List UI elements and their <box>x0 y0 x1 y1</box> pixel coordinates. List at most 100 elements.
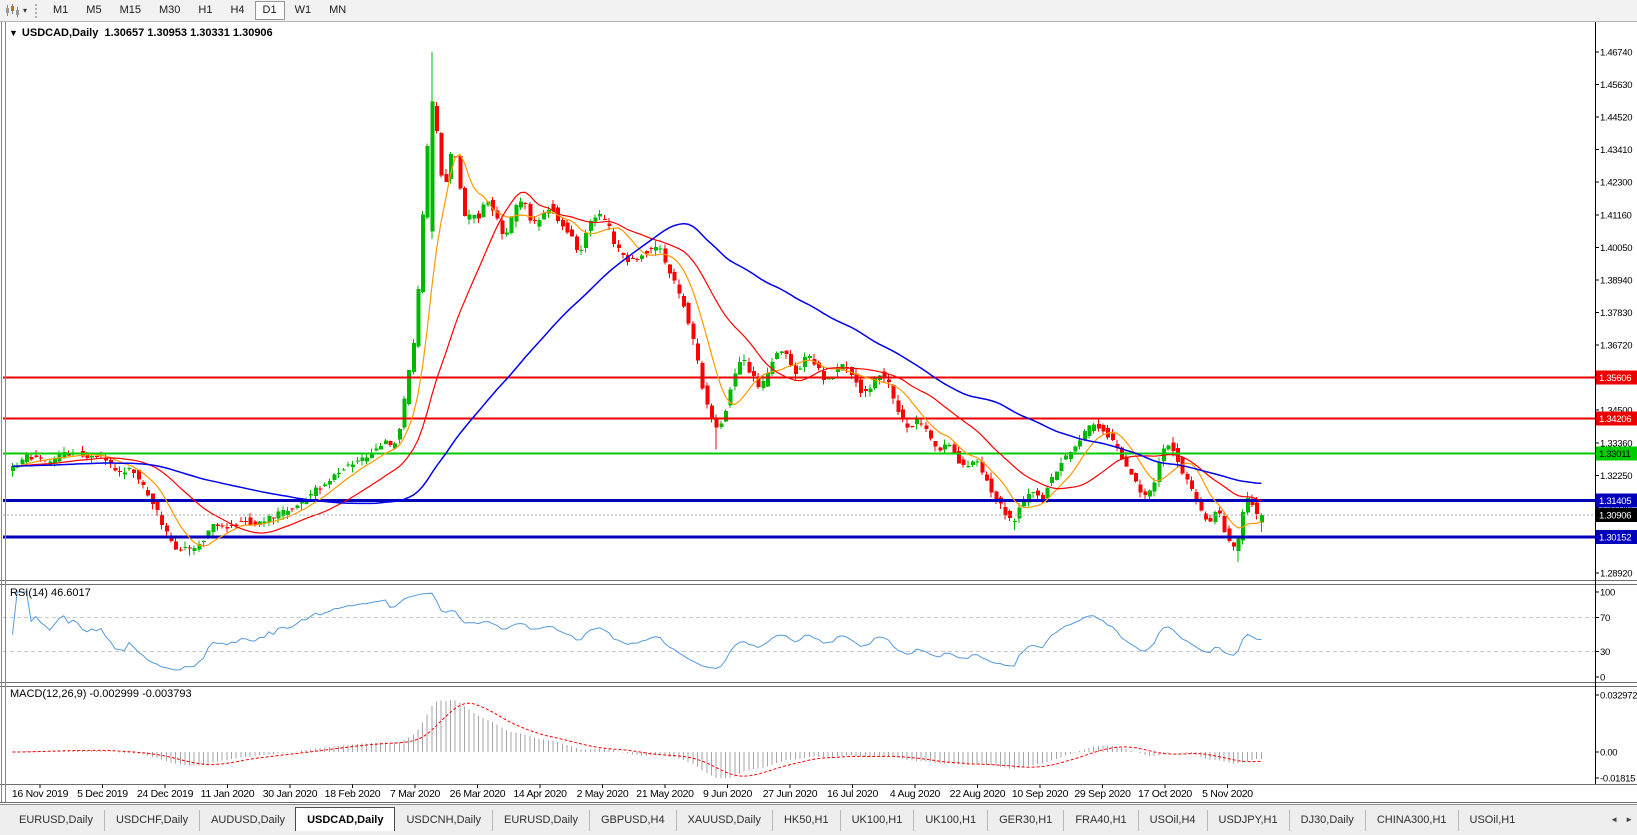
ma-line-ma-mid <box>13 192 1262 533</box>
svg-text:1.31405: 1.31405 <box>1599 496 1631 507</box>
chart-symbol-period: USDCAD,Daily <box>22 27 98 39</box>
tab-hk50-h1[interactable]: HK50,H1 <box>772 810 840 831</box>
top-toolbar: ▾ M1M5M15M30H1H4D1W1MN <box>0 0 1637 22</box>
svg-text:9 Jun 2020: 9 Jun 2020 <box>703 788 752 800</box>
tab-usdchf-daily[interactable]: USDCHF,Daily <box>104 810 199 831</box>
tab-gbpusd-h4[interactable]: GBPUSD,H4 <box>589 810 676 831</box>
svg-text:0: 0 <box>1600 673 1605 684</box>
tab-eurusd-daily[interactable]: EURUSD,Daily <box>8 810 104 831</box>
toolbar-grip[interactable] <box>35 4 37 18</box>
svg-text:29 Sep 2020: 29 Sep 2020 <box>1074 788 1131 800</box>
svg-text:16 Nov 2019: 16 Nov 2019 <box>12 788 69 800</box>
svg-text:24 Dec 2019: 24 Dec 2019 <box>137 788 194 800</box>
chart-canvas[interactable]: 1.46740 1.45630 1.44520 1.43410 1.42300 1.411… <box>0 0 1637 834</box>
svg-text:16 Jul 2020: 16 Jul 2020 <box>827 788 878 800</box>
tab-scroll-right-icon[interactable]: ► <box>1625 815 1633 824</box>
svg-text:17 Oct 2020: 17 Oct 2020 <box>1138 788 1192 800</box>
svg-text:5 Nov 2020: 5 Nov 2020 <box>1202 788 1253 800</box>
svg-text:-0.01815: -0.01815 <box>1600 774 1635 785</box>
svg-text:27 Jun 2020: 27 Jun 2020 <box>763 788 818 800</box>
chart-ohlc-values: 1.30657 1.30953 1.30331 1.30906 <box>104 27 272 39</box>
svg-text:1.46740: 1.46740 <box>1600 48 1632 59</box>
tab-usoil-h1[interactable]: USOil,H1 <box>1458 810 1527 831</box>
timeframe-button-d1[interactable]: D1 <box>255 1 285 20</box>
chart-title: ▼ USDCAD,Daily 1.30657 1.30953 1.30331 1.… <box>9 27 273 39</box>
tab-usdjpy-h1[interactable]: USDJPY,H1 <box>1207 810 1289 831</box>
tab-china300-h1[interactable]: CHINA300,H1 <box>1365 810 1458 831</box>
tab-scroll-left-icon[interactable]: ◄ <box>1610 815 1618 824</box>
svg-text:7 Mar 2020: 7 Mar 2020 <box>390 788 441 800</box>
chart-tabs: EURUSD,DailyUSDCHF,DailyAUDUSD,DailyUSDC… <box>0 805 1637 831</box>
svg-text:1.41160: 1.41160 <box>1600 211 1632 222</box>
timeframe-buttons: M1M5M15M30H1H4D1W1MN <box>44 1 355 20</box>
timeframe-button-mn[interactable]: MN <box>321 1 354 20</box>
chart-tab-bar: EURUSD,DailyUSDCHF,DailyAUDUSD,DailyUSDC… <box>0 804 1637 835</box>
timeframe-button-m30[interactable]: M30 <box>151 1 188 20</box>
horizontal-level-lines <box>3 378 1595 537</box>
svg-text:5 Dec 2019: 5 Dec 2019 <box>77 788 128 800</box>
svg-text:22 Aug 2020: 22 Aug 2020 <box>950 788 1006 800</box>
date-axis: 16 Nov 2019 5 Dec 2019 24 Dec 2019 11 Jan 2… <box>12 785 1253 801</box>
svg-text:2 May 2020: 2 May 2020 <box>577 788 629 800</box>
svg-text:1.35606: 1.35606 <box>1599 373 1631 384</box>
svg-text:10 Sep 2020: 10 Sep 2020 <box>1012 788 1069 800</box>
rsi-indicator-label: RSI(14) 46.6017 <box>10 587 91 599</box>
chart-context-caret[interactable]: ▼ <box>9 28 18 38</box>
svg-text:1.30152: 1.30152 <box>1599 533 1631 544</box>
svg-text:26 Mar 2020: 26 Mar 2020 <box>450 788 506 800</box>
tab-fra40-h1[interactable]: FRA40,H1 <box>1063 810 1137 831</box>
macd-indicator-label: MACD(12,26,9) -0.002999 -0.003793 <box>10 688 192 700</box>
rsi-panel <box>3 592 1595 670</box>
ma-line-ma-slow <box>13 224 1262 504</box>
svg-text:1.36720: 1.36720 <box>1600 340 1632 351</box>
tab-dj30-daily[interactable]: DJ30,Daily <box>1289 810 1365 831</box>
chart-type-button[interactable]: ▾ <box>0 3 30 18</box>
svg-text:1.45630: 1.45630 <box>1600 80 1632 91</box>
tab-eurusd-daily[interactable]: EURUSD,Daily <box>492 810 589 831</box>
tab-usdcad-daily[interactable]: USDCAD,Daily <box>295 807 395 831</box>
svg-text:1.34206: 1.34206 <box>1599 414 1631 425</box>
svg-text:1.30906: 1.30906 <box>1599 510 1631 521</box>
svg-text:30 Jan 2020: 30 Jan 2020 <box>263 788 318 800</box>
svg-text:1.33011: 1.33011 <box>1599 449 1631 460</box>
tab-audusd-daily[interactable]: AUDUSD,Daily <box>199 810 296 831</box>
tab-ger30-h1[interactable]: GER30,H1 <box>987 810 1063 831</box>
svg-text:14 Apr 2020: 14 Apr 2020 <box>513 788 567 800</box>
svg-text:18 Feb 2020: 18 Feb 2020 <box>325 788 381 800</box>
svg-text:30: 30 <box>1600 647 1610 658</box>
timeframe-button-m15[interactable]: M15 <box>112 1 149 20</box>
tab-usdcnh-daily[interactable]: USDCNH,Daily <box>395 810 492 831</box>
timeframe-button-h1[interactable]: H1 <box>190 1 220 20</box>
svg-text:1.28920: 1.28920 <box>1600 569 1632 580</box>
timeframe-button-h4[interactable]: H4 <box>222 1 252 20</box>
tab-usoil-h4[interactable]: USOil,H4 <box>1138 810 1207 831</box>
macd-axis: 0.0329720.00-0.01815 <box>1595 690 1637 784</box>
svg-text:4 Aug 2020: 4 Aug 2020 <box>890 788 941 800</box>
timeframe-button-m1[interactable]: M1 <box>45 1 76 20</box>
svg-text:1.43410: 1.43410 <box>1600 145 1632 156</box>
svg-text:70: 70 <box>1600 613 1610 624</box>
candlestick-series <box>11 52 1264 562</box>
svg-text:1.44520: 1.44520 <box>1600 112 1632 123</box>
chevron-down-icon: ▾ <box>23 6 27 15</box>
tab-uk100-h1[interactable]: UK100,H1 <box>840 810 914 831</box>
svg-text:1.40050: 1.40050 <box>1600 243 1632 254</box>
macd-panel <box>13 700 1262 778</box>
rsi-axis: 100 70 30 0 <box>1595 588 1615 684</box>
svg-text:1.32250: 1.32250 <box>1600 471 1632 482</box>
timeframe-button-m5[interactable]: M5 <box>78 1 109 20</box>
svg-text:0.032972: 0.032972 <box>1600 690 1637 701</box>
timeframe-button-w1[interactable]: W1 <box>287 1 320 20</box>
svg-text:100: 100 <box>1600 588 1615 599</box>
svg-text:1.37830: 1.37830 <box>1600 308 1632 319</box>
panel-frames <box>0 21 1637 803</box>
price-level-badges: 1.35606 1.34206 1.33011 1.31405 1.30152 1.309… <box>1596 371 1637 544</box>
tab-scroll-arrows: ◄ ► <box>1610 815 1633 824</box>
candlestick-chart-icon <box>4 3 20 18</box>
svg-text:1.38940: 1.38940 <box>1600 276 1632 287</box>
tab-xauusd-daily[interactable]: XAUUSD,Daily <box>676 810 772 831</box>
svg-text:11 Jan 2020: 11 Jan 2020 <box>201 788 255 800</box>
svg-text:1.42300: 1.42300 <box>1600 177 1632 188</box>
tab-uk100-h1[interactable]: UK100,H1 <box>913 810 987 831</box>
svg-text:21 May 2020: 21 May 2020 <box>636 788 694 800</box>
